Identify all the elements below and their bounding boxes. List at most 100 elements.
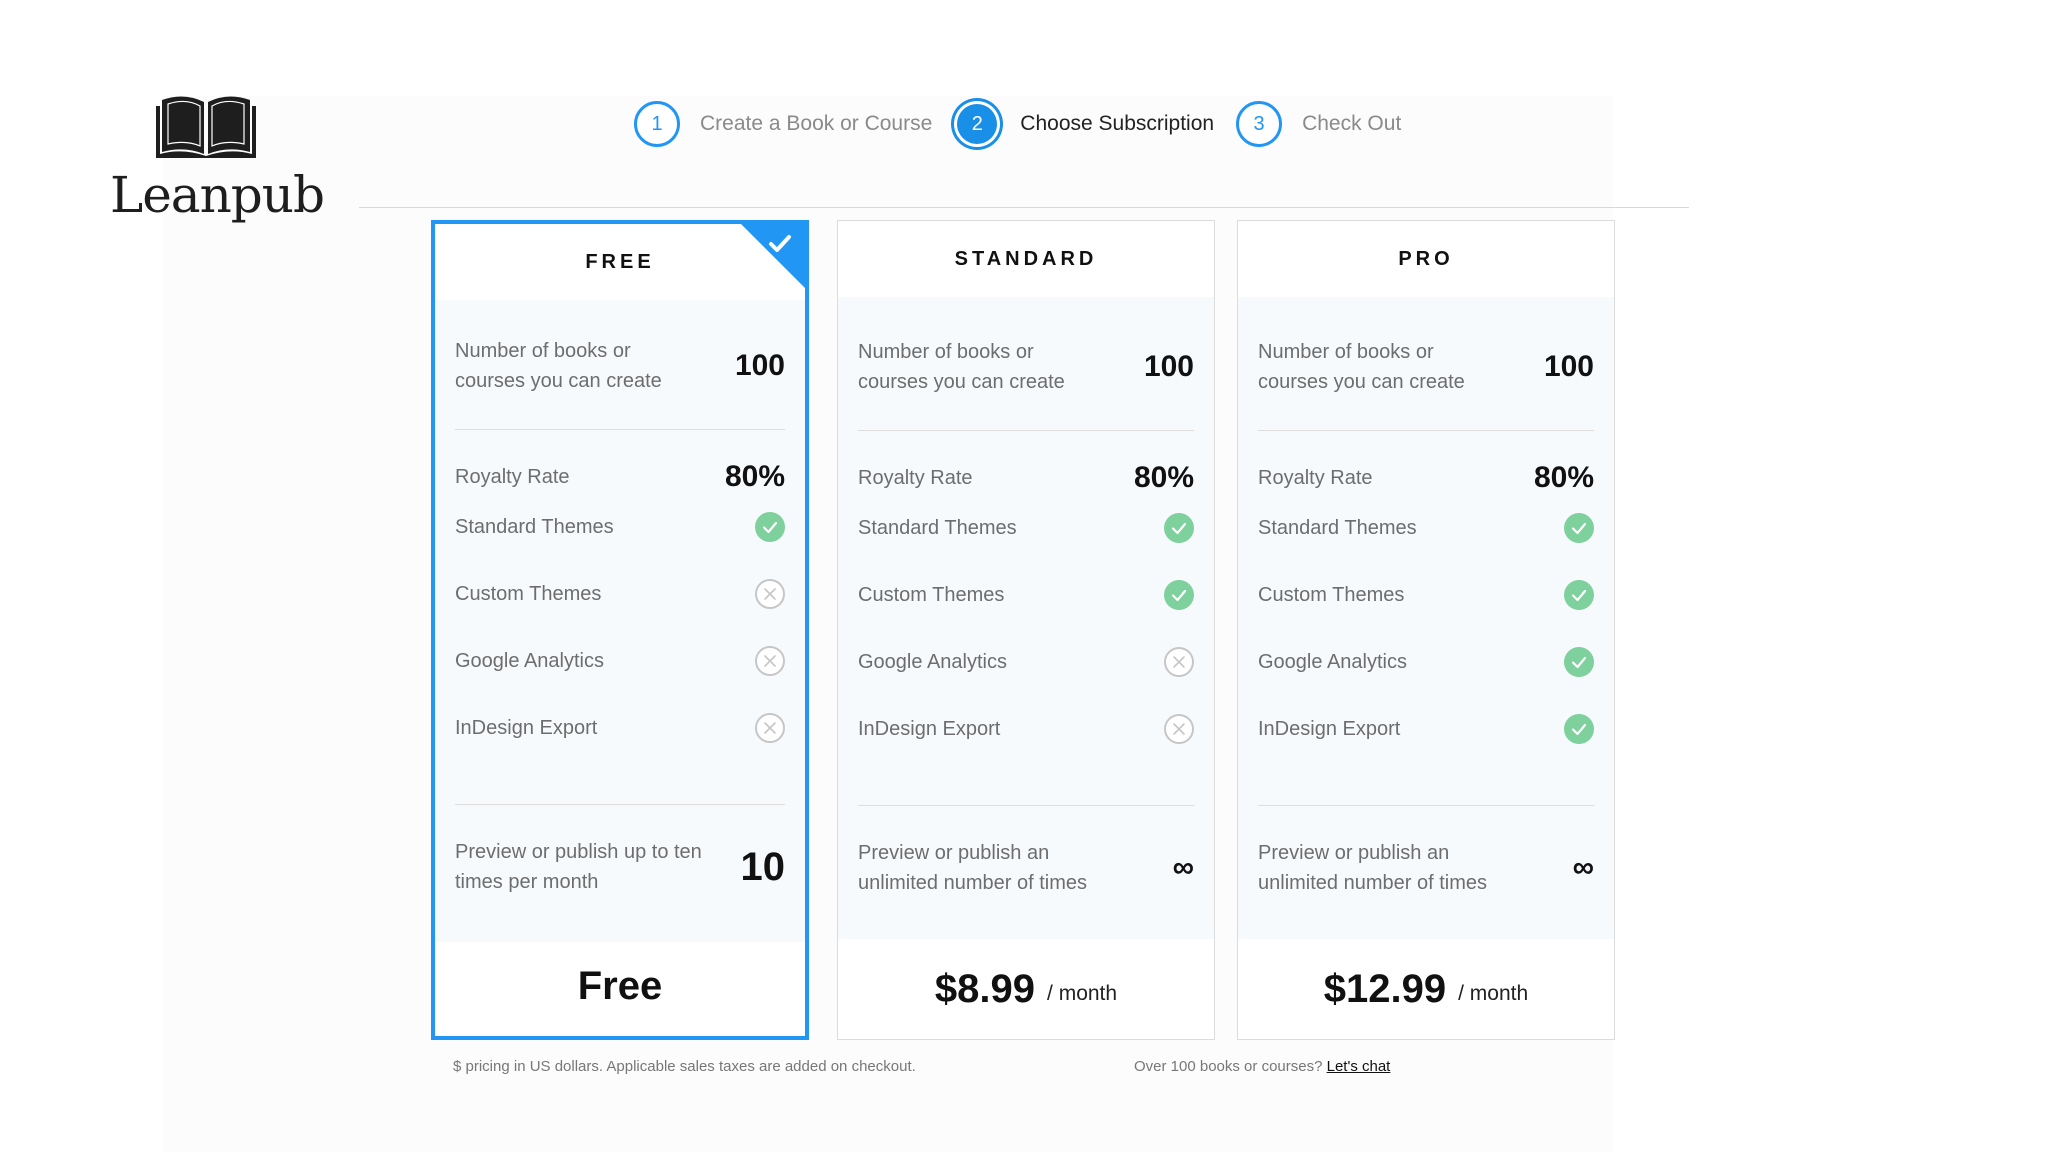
- step-label: Create a Book or Course: [700, 112, 933, 135]
- books-row: Number of books or courses you can creat…: [455, 314, 785, 418]
- plan-card-pro[interactable]: PRO Number of books or courses you can c…: [1237, 220, 1615, 1040]
- feature-row: Google Analytics: [858, 647, 1194, 677]
- check-icon: [1564, 647, 1594, 677]
- check-icon: [755, 512, 785, 542]
- leanpub-logo[interactable]: Leanpub: [110, 88, 325, 228]
- cross-icon: [1164, 714, 1194, 744]
- price-period: / month: [1047, 982, 1118, 1005]
- plan-card-free[interactable]: FREE Number of books or courses you can …: [431, 220, 809, 1040]
- brand-wordmark: Leanpub: [110, 166, 325, 224]
- books-label: Number of books or courses you can creat…: [858, 341, 1065, 393]
- step-check-out[interactable]: 3 Check Out: [1236, 101, 1423, 147]
- feature-label: InDesign Export: [1258, 718, 1401, 740]
- royalty-row: Royalty Rate 80%: [1258, 461, 1594, 495]
- step-number: 2: [957, 104, 998, 144]
- row-divider: [455, 804, 785, 805]
- row-divider: [1258, 430, 1594, 431]
- royalty-row: Royalty Rate 80%: [858, 461, 1194, 495]
- check-icon: [1164, 513, 1194, 543]
- step-label: Choose Subscription: [1020, 112, 1215, 135]
- cross-icon: [755, 646, 785, 676]
- plan-card-standard[interactable]: STANDARD Number of books or courses you …: [837, 220, 1215, 1040]
- feature-label: Standard Themes: [858, 517, 1017, 539]
- royalty-label: Royalty Rate: [1258, 467, 1373, 489]
- feature-row: Custom Themes: [455, 579, 785, 609]
- books-value: 100: [1543, 350, 1594, 383]
- row-divider: [858, 805, 1194, 806]
- books-label: Number of books or courses you can creat…: [1258, 341, 1465, 393]
- books-row: Number of books or courses you can creat…: [1258, 315, 1594, 419]
- cross-icon: [755, 713, 785, 743]
- feature-label: Custom Themes: [858, 584, 1005, 606]
- lets-chat-link[interactable]: Let's chat: [1327, 1058, 1391, 1075]
- feature-row: Google Analytics: [455, 646, 785, 676]
- chat-note: Over 100 books or courses? Let's chat: [1134, 1058, 1390, 1075]
- plan-price: $8.99 / month: [838, 939, 1214, 1039]
- royalty-row: Royalty Rate 80%: [455, 460, 785, 494]
- feature-row: Custom Themes: [858, 580, 1194, 610]
- plan-name: PRO: [1398, 247, 1454, 270]
- step-label: Check Out: [1302, 112, 1402, 135]
- plan-features: Number of books or courses you can creat…: [435, 300, 805, 942]
- step-choose-subscription[interactable]: 2 Choose Subscription: [954, 101, 1236, 147]
- row-divider: [455, 429, 785, 430]
- row-divider: [858, 430, 1194, 431]
- plan-features: Number of books or courses you can creat…: [838, 297, 1214, 939]
- selected-check-icon: [741, 224, 805, 288]
- price-amount: $8.99: [934, 966, 1036, 1011]
- publish-label: Preview or publish an unlimited number o…: [1258, 842, 1487, 894]
- feature-row: InDesign Export: [858, 714, 1194, 744]
- plan-name: STANDARD: [954, 247, 1098, 270]
- feature-label: Custom Themes: [455, 583, 602, 605]
- pricing-note: $ pricing in US dollars. Applicable sale…: [453, 1058, 916, 1075]
- feature-row: InDesign Export: [1258, 714, 1594, 744]
- feature-label: Google Analytics: [1258, 651, 1407, 673]
- royalty-label: Royalty Rate: [858, 467, 973, 489]
- checkout-stepper: 1 Create a Book or Course 2 Choose Subsc…: [634, 98, 1423, 150]
- header-divider: [359, 207, 1689, 208]
- feature-row: Standard Themes: [455, 512, 785, 542]
- price-period: / month: [1458, 982, 1529, 1005]
- feature-row: Custom Themes: [1258, 580, 1594, 610]
- books-value: 100: [1143, 350, 1194, 383]
- check-icon: [1564, 513, 1594, 543]
- publish-row: Preview or publish up to ten times per m…: [455, 826, 785, 908]
- check-icon: [1564, 580, 1594, 610]
- book-icon: [156, 96, 256, 158]
- check-icon: [1164, 580, 1194, 610]
- step-create[interactable]: 1 Create a Book or Course: [634, 101, 954, 147]
- books-row: Number of books or courses you can creat…: [858, 315, 1194, 419]
- plan-features: Number of books or courses you can creat…: [1238, 297, 1614, 939]
- check-icon: [1564, 714, 1594, 744]
- publish-value: ∞: [1172, 851, 1194, 884]
- feature-row: Google Analytics: [1258, 647, 1594, 677]
- feature-label: Google Analytics: [455, 650, 604, 672]
- feature-row: Standard Themes: [1258, 513, 1594, 543]
- feature-label: InDesign Export: [858, 718, 1001, 740]
- royalty-value: 80%: [724, 460, 785, 493]
- price-amount: $12.99: [1323, 966, 1447, 1011]
- publish-value: ∞: [1572, 851, 1594, 884]
- feature-row: InDesign Export: [455, 713, 785, 743]
- publish-row: Preview or publish an unlimited number o…: [858, 827, 1194, 909]
- step-number: 1: [634, 101, 680, 147]
- royalty-label: Royalty Rate: [455, 466, 570, 488]
- row-divider: [1258, 805, 1594, 806]
- feature-label: Standard Themes: [1258, 517, 1417, 539]
- plan-price: Free: [435, 936, 805, 1036]
- feature-label: Standard Themes: [455, 516, 614, 538]
- books-value: 100: [734, 349, 785, 382]
- publish-label: Preview or publish an unlimited number o…: [858, 842, 1087, 894]
- feature-label: Google Analytics: [858, 651, 1007, 673]
- books-label: Number of books or courses you can creat…: [455, 340, 662, 392]
- royalty-value: 80%: [1533, 461, 1594, 494]
- cross-icon: [755, 579, 785, 609]
- feature-label: Custom Themes: [1258, 584, 1405, 606]
- plan-price: $12.99 / month: [1238, 939, 1614, 1039]
- publish-row: Preview or publish an unlimited number o…: [1258, 827, 1594, 909]
- feature-row: Standard Themes: [858, 513, 1194, 543]
- publish-label: Preview or publish up to ten times per m…: [455, 841, 702, 893]
- publish-value: 10: [740, 844, 786, 889]
- royalty-value: 80%: [1133, 461, 1194, 494]
- step-number: 3: [1236, 101, 1283, 147]
